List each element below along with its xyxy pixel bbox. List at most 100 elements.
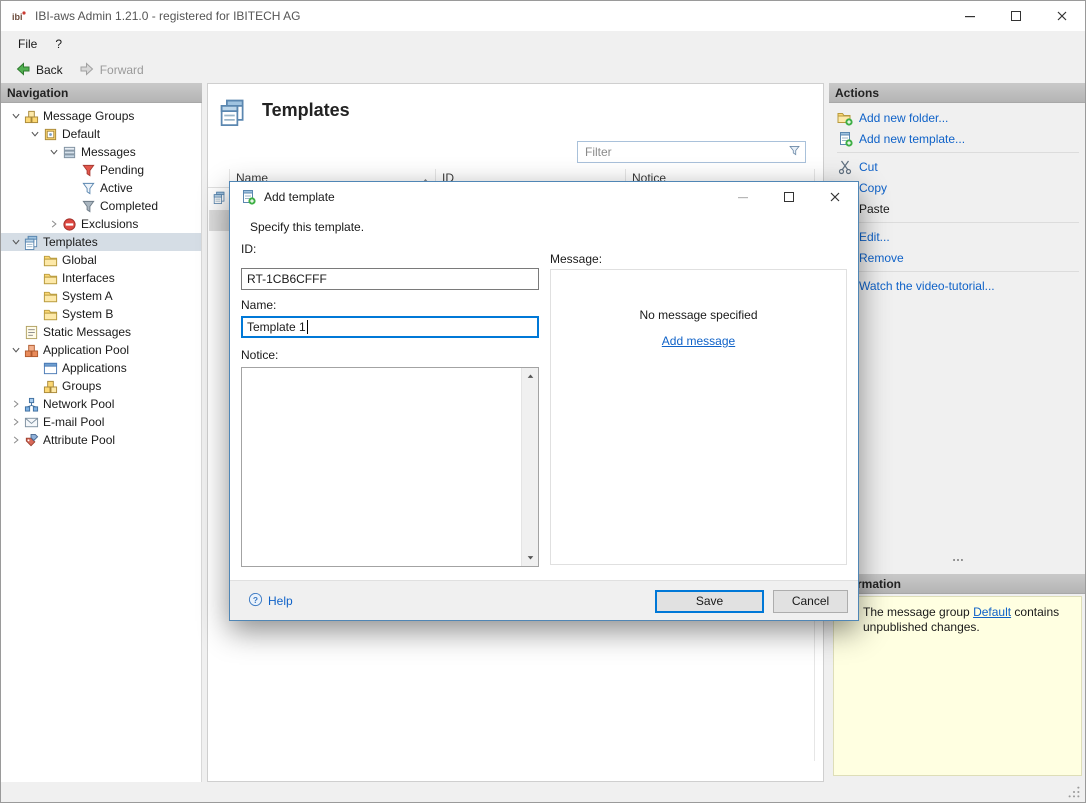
app-logo-icon: ibi: [11, 8, 27, 24]
add-message-link[interactable]: Add message: [662, 334, 735, 348]
nav-item-system-a[interactable]: System A: [1, 287, 201, 305]
nav-item-pending[interactable]: Pending: [1, 161, 201, 179]
nav-item-static-messages[interactable]: Static Messages: [1, 323, 201, 341]
folder-icon: [42, 252, 58, 268]
filter-icon[interactable]: [788, 144, 801, 160]
close-button[interactable]: [1039, 1, 1085, 31]
chevron-down-icon[interactable]: [9, 345, 23, 355]
action-copy[interactable]: Copy: [829, 177, 1086, 198]
text-caret: [307, 320, 308, 334]
chevron-down-icon[interactable]: [28, 129, 42, 139]
nav-item-message-groups[interactable]: Message Groups: [1, 107, 201, 125]
menu-file[interactable]: File: [9, 33, 46, 55]
minimize-button[interactable]: [947, 1, 993, 31]
funnel-pending-icon: [80, 162, 96, 178]
name-field[interactable]: Template 1: [241, 316, 539, 338]
nav-item-groups[interactable]: Groups: [1, 377, 201, 395]
action-paste[interactable]: Paste: [829, 198, 1086, 219]
default-group-link[interactable]: Default: [973, 605, 1011, 619]
nav-item-application-pool[interactable]: Application Pool: [1, 341, 201, 359]
nav-item-label: Exclusions: [81, 217, 144, 231]
templates-page-icon: [219, 98, 247, 126]
notice-field[interactable]: [241, 367, 539, 567]
nav-item-label: E-mail Pool: [43, 415, 110, 429]
nav-item-label: Interfaces: [62, 271, 121, 285]
action-cut[interactable]: Cut: [829, 156, 1086, 177]
nav-item-email-pool[interactable]: E-mail Pool: [1, 413, 201, 431]
window-controls: [947, 1, 1085, 31]
id-field[interactable]: RT-1CB6CFFF: [241, 268, 539, 290]
chevron-down-icon[interactable]: [9, 237, 23, 247]
help-icon: ?: [248, 592, 263, 610]
panel-splitter[interactable]: [829, 553, 1086, 570]
nav-item-global[interactable]: Global: [1, 251, 201, 269]
title-bar: ibi IBI-aws Admin 1.21.0 - registered fo…: [1, 1, 1085, 31]
nav-item-label: System B: [62, 307, 119, 321]
icon-column-header[interactable]: [208, 169, 230, 187]
nav-item-attribute-pool[interactable]: Attribute Pool: [1, 431, 201, 449]
chevron-down-icon[interactable]: [9, 111, 23, 121]
dialog-title-bar: Add template: [230, 182, 858, 212]
table-row[interactable]: [209, 188, 230, 210]
action-add-new-folder[interactable]: Add new folder...: [829, 107, 1086, 128]
no-message-text: No message specified: [551, 308, 846, 322]
groups-icon: [42, 378, 58, 394]
dialog-close-button[interactable]: [812, 182, 858, 212]
action-watch-video-tutorial[interactable]: Watch the video-tutorial...: [829, 275, 1086, 296]
nav-item-label: Completed: [100, 199, 164, 213]
nav-item-network-pool[interactable]: Network Pool: [1, 395, 201, 413]
nav-item-templates[interactable]: Templates: [1, 233, 201, 251]
chevron-right-icon[interactable]: [9, 435, 23, 445]
cancel-button[interactable]: Cancel: [773, 590, 848, 613]
scroll-up-icon[interactable]: [522, 368, 539, 385]
dialog-controls: [720, 182, 858, 212]
table-row[interactable]: [209, 210, 230, 231]
navigation-tree: Message GroupsDefault Messages PendingActi…: [1, 103, 202, 782]
nav-item-system-b[interactable]: System B: [1, 305, 201, 323]
add-folder-icon: [837, 110, 853, 126]
chevron-right-icon[interactable]: [9, 417, 23, 427]
maximize-button[interactable]: [993, 1, 1039, 31]
chevron-right-icon[interactable]: [9, 399, 23, 409]
applications-icon: [42, 360, 58, 376]
action-remove[interactable]: Remove: [829, 247, 1086, 268]
dialog-subtitle: Specify this template.: [250, 220, 364, 234]
filter-placeholder: Filter: [585, 145, 788, 159]
chevron-right-icon[interactable]: [47, 219, 61, 229]
funnel-active-icon: [80, 180, 96, 196]
nav-item-applications[interactable]: Applications: [1, 359, 201, 377]
nav-item-active[interactable]: Active: [1, 179, 201, 197]
nav-item-label: Attribute Pool: [43, 433, 121, 447]
scroll-down-icon[interactable]: [522, 549, 539, 566]
forward-button[interactable]: Forward: [75, 59, 148, 82]
help-link[interactable]: ? Help: [248, 592, 293, 610]
svg-text:ibi: ibi: [12, 12, 23, 22]
page-title: Templates: [262, 100, 350, 121]
message-group-icon: [42, 126, 58, 142]
save-button[interactable]: Save: [655, 590, 764, 613]
nav-item-exclusions[interactable]: Exclusions: [1, 215, 201, 233]
nav-item-messages[interactable]: Messages: [1, 143, 201, 161]
dialog-maximize-button[interactable]: [766, 182, 812, 212]
information-box: i The message group Default contains unp…: [833, 596, 1082, 776]
navigation-panel: Navigation Message GroupsDefaultMessages…: [1, 83, 202, 782]
chevron-down-icon[interactable]: [47, 147, 61, 157]
network-pool-icon: [23, 396, 39, 412]
nav-item-label: Network Pool: [43, 397, 120, 411]
actions-header: Actions: [829, 83, 1086, 103]
action-add-new-template[interactable]: Add new template...: [829, 128, 1086, 149]
dialog-title: Add template: [264, 190, 335, 204]
nav-item-completed[interactable]: Completed: [1, 197, 201, 215]
resize-grip-icon[interactable]: [1067, 785, 1081, 799]
nav-item-label: Static Messages: [43, 325, 137, 339]
notice-scrollbar[interactable]: [521, 368, 538, 566]
action-edit[interactable]: Edit...: [829, 226, 1086, 247]
filter-input[interactable]: Filter: [577, 141, 806, 163]
message-groups-icon: [23, 108, 39, 124]
back-button[interactable]: Back: [11, 59, 67, 82]
nav-item-interfaces[interactable]: Interfaces: [1, 269, 201, 287]
nav-item-default[interactable]: Default: [1, 125, 201, 143]
nav-item-label: Messages: [81, 145, 142, 159]
menu-help[interactable]: ?: [46, 33, 71, 55]
message-label: Message:: [550, 252, 602, 266]
